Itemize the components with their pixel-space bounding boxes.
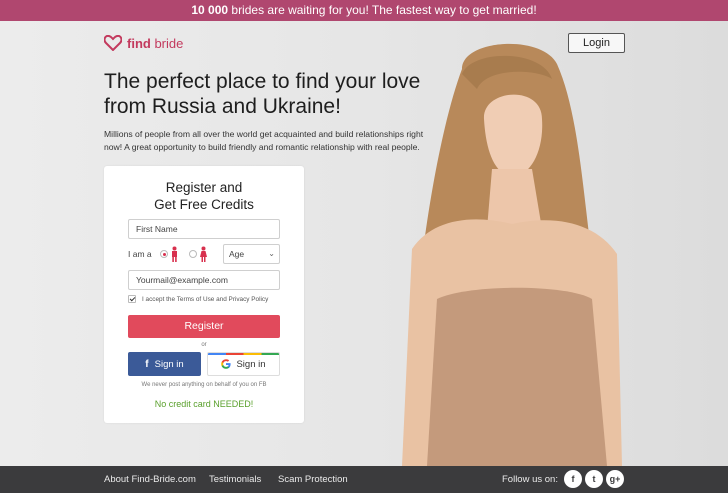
- footer-link-testimonials[interactable]: Testimonials: [209, 466, 261, 493]
- terms-row: I accept the Terms of Use and Privacy Po…: [128, 295, 268, 303]
- title-line-1: Register and: [165, 180, 243, 195]
- or-divider: or: [201, 342, 207, 348]
- google-icon: [221, 359, 232, 369]
- subtext-line-2: now! A great opportunity to build friend…: [104, 141, 420, 152]
- promo-count: 10 000: [191, 3, 229, 17]
- footer: About Find-Bride.com Testimonials Scam P…: [0, 466, 728, 493]
- brand-name-bride: bride: [154, 35, 184, 51]
- hero-subtext: Millions of people from all over the wor…: [104, 128, 444, 153]
- registration-title: Register and Get Free Credits: [104, 179, 304, 213]
- facebook-signin-label: Sign in: [154, 358, 184, 370]
- terms-checkbox[interactable]: [128, 295, 136, 303]
- facebook-icon: f: [145, 358, 149, 370]
- terms-text[interactable]: I accept the Terms of Use and Privacy Po…: [142, 296, 268, 303]
- title-line-2: Get Free Credits: [154, 197, 254, 212]
- login-button[interactable]: Login: [568, 33, 625, 53]
- facebook-icon[interactable]: f: [564, 470, 582, 488]
- privacy-note: We never post anything on behalf of you …: [141, 382, 267, 388]
- follow-us-label: Follow us on:: [502, 474, 558, 485]
- first-name-input[interactable]: First Name: [128, 219, 280, 239]
- no-credit-card-note: No credit card NEEDED!: [154, 399, 254, 409]
- twitter-icon[interactable]: t: [585, 470, 603, 488]
- register-button[interactable]: Register: [128, 315, 280, 338]
- promo-banner: 10 000 brides are waiting for you! The f…: [0, 0, 728, 21]
- male-icon: [171, 246, 177, 262]
- gender-selector: I am a: [128, 246, 208, 262]
- brand-logo[interactable]: find bride: [104, 34, 183, 52]
- subtext-line-1: Millions of people from all over the wor…: [104, 129, 424, 139]
- google-signin-button[interactable]: Sign in: [207, 352, 280, 376]
- iam-label: I am a: [128, 249, 152, 259]
- headline-line-2: from Russia and Ukraine!: [104, 95, 341, 118]
- female-icon: [199, 246, 207, 262]
- registration-card: Register and Get Free Credits First Name …: [104, 166, 304, 423]
- age-label: Age: [229, 249, 245, 259]
- email-input[interactable]: Yourmail@example.com: [128, 270, 280, 290]
- footer-link-about[interactable]: About Find-Bride.com: [104, 466, 196, 493]
- google-plus-icon[interactable]: g+: [606, 470, 624, 488]
- brand-name-find: find: [127, 35, 151, 51]
- google-color-bar: [208, 353, 279, 355]
- google-signin-label: Sign in: [236, 358, 266, 370]
- promo-text: brides are waiting for you! The fastest …: [231, 3, 537, 17]
- facebook-signin-button[interactable]: f Sign in: [128, 352, 201, 376]
- headline-line-1: The perfect place to find your love: [104, 70, 421, 93]
- chevron-down-icon: ⌄: [268, 249, 275, 258]
- footer-link-scam-protection[interactable]: Scam Protection: [278, 466, 348, 493]
- female-radio[interactable]: [188, 250, 197, 258]
- age-select[interactable]: Age ⌄: [223, 244, 280, 264]
- heart-logo-icon: [104, 35, 122, 51]
- male-radio[interactable]: [159, 250, 168, 258]
- hero-headline: The perfect place to find your love from …: [104, 69, 444, 119]
